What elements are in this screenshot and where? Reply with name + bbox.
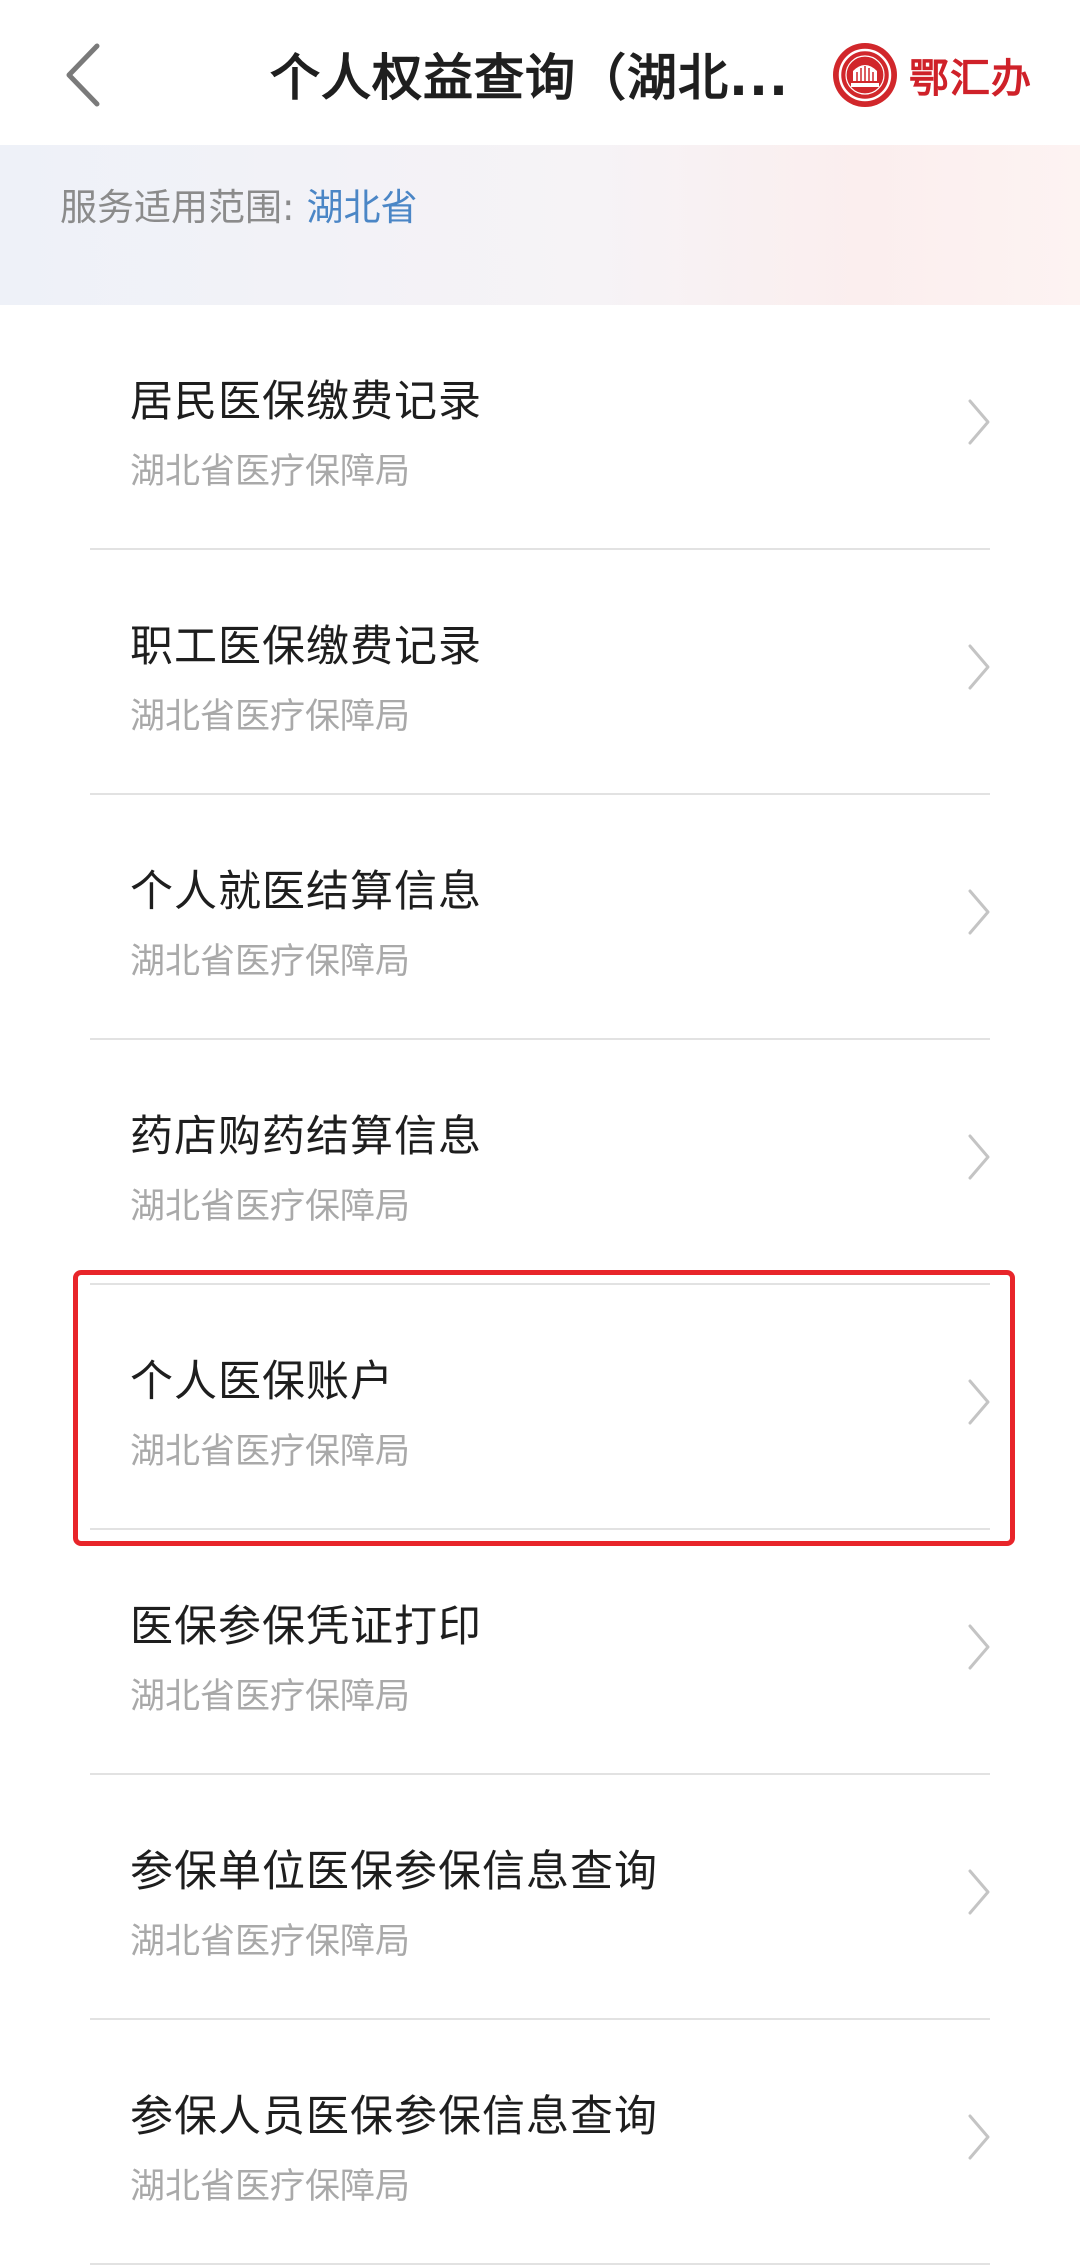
chevron-left-icon: [66, 43, 100, 107]
top-nav-bar: 个人权益查询（湖北... 鄂汇办: [0, 0, 1080, 145]
service-provider: 湖北省医疗保障局: [130, 942, 411, 982]
service-title: 参保人员医保参保信息查询: [130, 2092, 658, 2142]
ehuiban-logo: 鄂汇办: [833, 40, 1032, 110]
service-item-employee-payment[interactable]: 职工医保缴费记录 湖北省医疗保障局: [0, 550, 1080, 795]
service-title: 个人医保账户: [130, 1357, 394, 1407]
divider: [90, 2263, 990, 2265]
chevron-right-icon: [968, 1379, 990, 1425]
service-provider: 湖北省医疗保障局: [130, 452, 411, 492]
service-item-resident-payment[interactable]: 居民医保缴费记录 湖北省医疗保障局: [0, 305, 1080, 550]
chevron-right-icon: [968, 399, 990, 445]
chevron-right-icon: [968, 1869, 990, 1915]
page-title: 个人权益查询（湖北...: [270, 49, 789, 107]
chevron-right-icon: [968, 889, 990, 935]
service-item-pharmacy-settlement[interactable]: 药店购药结算信息 湖北省医疗保障局: [0, 1040, 1080, 1285]
chevron-right-icon: [968, 644, 990, 690]
back-button[interactable]: [48, 30, 118, 120]
service-provider: 湖北省医疗保障局: [130, 1922, 411, 1962]
service-provider: 湖北省医疗保障局: [130, 1677, 411, 1717]
chevron-right-icon: [968, 2114, 990, 2160]
scope-value: 湖北省: [306, 186, 418, 229]
service-provider: 湖北省医疗保障局: [130, 2167, 411, 2207]
service-scope: 服务适用范围: 湖北省: [60, 177, 417, 231]
service-item-employer-enrollment-query[interactable]: 参保单位医保参保信息查询 湖北省医疗保障局: [0, 1775, 1080, 2020]
service-title: 药店购药结算信息: [130, 1112, 482, 1162]
service-title: 个人就医结算信息: [130, 867, 482, 917]
chevron-right-icon: [968, 1134, 990, 1180]
service-item-insured-enrollment-query[interactable]: 参保人员医保参保信息查询 湖北省医疗保障局: [0, 2020, 1080, 2265]
service-item-medical-settlement[interactable]: 个人就医结算信息 湖北省医疗保障局: [0, 795, 1080, 1040]
service-scope-banner: 服务适用范围: 湖北省: [0, 145, 1080, 305]
service-title: 参保单位医保参保信息查询: [130, 1847, 658, 1897]
service-provider: 湖北省医疗保障局: [130, 697, 411, 737]
chevron-right-icon: [968, 1624, 990, 1670]
service-provider: 湖北省医疗保障局: [130, 1432, 411, 1472]
service-title: 医保参保凭证打印: [130, 1602, 482, 1652]
service-item-personal-account[interactable]: 个人医保账户 湖北省医疗保障局: [0, 1285, 1080, 1530]
service-title: 居民医保缴费记录: [130, 377, 482, 427]
scope-label: 服务适用范围:: [60, 186, 295, 229]
service-list: 居民医保缴费记录 湖北省医疗保障局 职工医保缴费记录 湖北省医疗保障局 个人就医…: [0, 305, 1080, 2265]
service-provider: 湖北省医疗保障局: [130, 1187, 411, 1227]
service-title: 职工医保缴费记录: [130, 622, 482, 672]
seal-logo-icon: [833, 43, 897, 107]
service-item-certificate-print[interactable]: 医保参保凭证打印 湖北省医疗保障局: [0, 1530, 1080, 1775]
logo-text: 鄂汇办: [909, 55, 1032, 102]
